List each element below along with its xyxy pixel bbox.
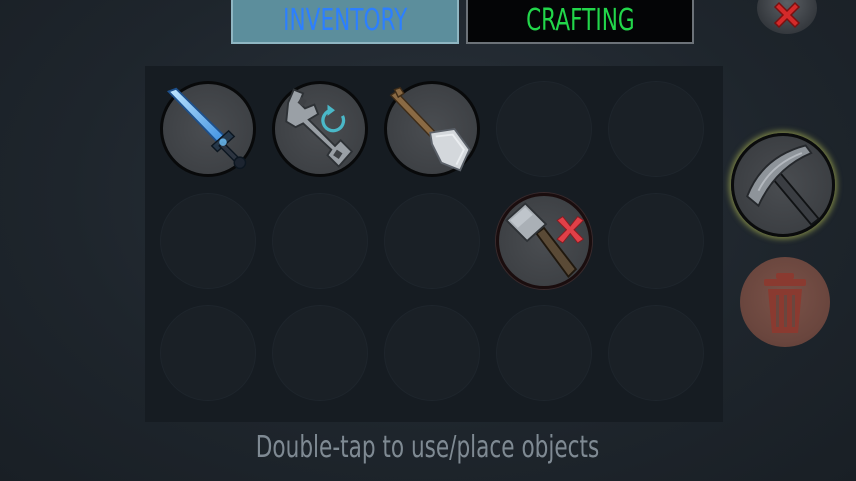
hint-text: Double-tap to use/place objects [0, 430, 856, 465]
shovel-icon [389, 86, 471, 172]
pickaxe-icon [746, 144, 821, 226]
close-icon [773, 1, 801, 29]
inventory-slot-3[interactable] [384, 81, 480, 177]
inventory-slot-4[interactable] [496, 81, 592, 177]
tab-inventory-label: INVENTORY [282, 2, 408, 38]
inventory-slot-11[interactable] [160, 305, 256, 401]
tab-crafting-label: CRAFTING [525, 2, 635, 38]
inventory-slot-15[interactable] [608, 305, 704, 401]
sword-icon [166, 87, 247, 170]
close-button[interactable] [757, 0, 817, 34]
trash-button[interactable] [740, 257, 830, 347]
tab-inventory[interactable]: INVENTORY [231, 0, 459, 44]
inventory-slot-5[interactable] [608, 81, 704, 177]
red-x-icon [556, 215, 585, 244]
inventory-slot-1[interactable] [160, 81, 256, 177]
inventory-slot-9[interactable] [496, 193, 592, 289]
inventory-slot-8[interactable] [384, 193, 480, 289]
inventory-slot-13[interactable] [384, 305, 480, 401]
inventory-slot-12[interactable] [272, 305, 368, 401]
tab-crafting[interactable]: CRAFTING [466, 0, 694, 44]
inventory-screen: INVENTORY CRAFTING Double-tap to use/pla… [0, 0, 856, 481]
equipped-tool-slot[interactable] [731, 133, 835, 237]
hint-label: Double-tap to use/place objects [256, 430, 600, 465]
inventory-slot-6[interactable] [160, 193, 256, 289]
inventory-grid [145, 66, 723, 422]
inventory-slot-2[interactable] [272, 81, 368, 177]
cycle-arrow-icon [321, 104, 346, 133]
inventory-slot-14[interactable] [496, 305, 592, 401]
inventory-slot-10[interactable] [608, 193, 704, 289]
inventory-slot-7[interactable] [272, 193, 368, 289]
trash-icon [764, 273, 806, 333]
